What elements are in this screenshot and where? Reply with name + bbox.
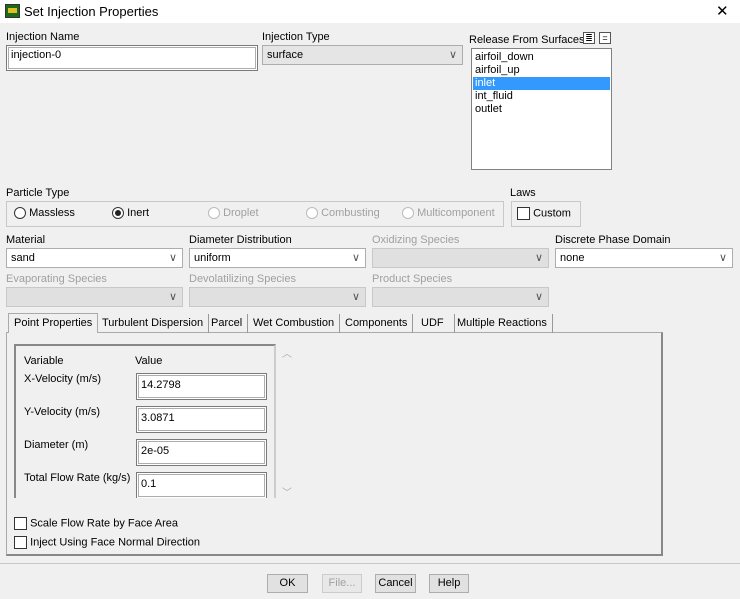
tab-udf[interactable]: UDF: [411, 314, 455, 333]
injection-type-label: Injection Type: [262, 31, 330, 43]
tab-parcel[interactable]: Parcel: [206, 314, 249, 333]
title-bar: Set Injection Properties ✕: [0, 0, 740, 23]
tab-turbulent-dispersion[interactable]: Turbulent Dispersion: [97, 314, 210, 333]
select-all-icon[interactable]: ≣: [583, 32, 595, 44]
material-select[interactable]: sand ∨: [6, 248, 183, 268]
radio-label: Droplet: [223, 207, 259, 219]
total-flow-rate-input[interactable]: 0.1: [136, 472, 267, 498]
product-species-select[interactable]: ∨: [372, 287, 549, 307]
window-title: Set Injection Properties: [24, 4, 159, 19]
laws-label: Laws: [510, 187, 536, 199]
chevron-down-icon: ∨: [718, 252, 727, 264]
release-surfaces-list[interactable]: airfoil_down airfoil_up inlet int_fluid …: [471, 48, 612, 170]
evaporating-species-label: Evaporating Species: [6, 273, 107, 285]
injection-type-select[interactable]: surface ∨: [262, 45, 463, 65]
checkbox-label: Custom: [533, 207, 571, 220]
tab-point-properties[interactable]: Point Properties: [8, 313, 99, 333]
checkbox-label: Inject Using Face Normal Direction: [30, 536, 201, 549]
radio-label: Combusting: [321, 207, 380, 219]
radio-label: Multicomponent: [417, 207, 495, 219]
close-icon[interactable]: ✕: [716, 2, 729, 20]
list-item[interactable]: inlet: [473, 77, 610, 90]
custom-laws-checkbox[interactable]: Custom: [517, 207, 571, 220]
divider: [0, 563, 740, 564]
radio-icon: [402, 207, 414, 220]
chevron-down-icon: ∨: [351, 252, 360, 264]
list-item[interactable]: airfoil_up: [473, 64, 610, 77]
chevron-down-icon: ∨: [534, 291, 543, 303]
checkbox-label: Scale Flow Rate by Face Area: [30, 517, 179, 530]
radio-combusting[interactable]: Combusting: [306, 207, 380, 220]
app-icon: [5, 4, 20, 18]
radio-checked-icon: [112, 207, 124, 220]
chevron-down-icon: ∨: [351, 291, 360, 303]
value-header: Value: [135, 355, 163, 367]
checkbox-icon: [517, 207, 530, 220]
devolatilizing-species-label: Devolatilizing Species: [189, 273, 296, 285]
radio-label: Inert: [127, 207, 150, 219]
chevron-down-icon: ∨: [168, 252, 177, 264]
x-velocity-label: X-Velocity (m/s): [24, 373, 102, 385]
variable-header: Variable: [24, 355, 64, 367]
radio-icon: [306, 207, 318, 220]
discrete-phase-domain-value: none: [560, 252, 585, 264]
diameter-distribution-value: uniform: [194, 252, 231, 264]
discrete-phase-domain-select[interactable]: none ∨: [555, 248, 733, 268]
radio-multicomponent[interactable]: Multicomponent: [402, 207, 495, 220]
particle-type-label: Particle Type: [6, 187, 70, 199]
ok-button[interactable]: OK: [267, 574, 308, 593]
material-label: Material: [6, 234, 46, 246]
scale-flow-rate-checkbox[interactable]: Scale Flow Rate by Face Area: [14, 517, 178, 530]
chevron-down-icon: ∨: [168, 291, 177, 303]
diameter-distribution-label: Diameter Distribution: [189, 234, 292, 246]
chevron-down-icon: ∨: [448, 49, 457, 61]
tab-wet-combustion[interactable]: Wet Combustion: [248, 314, 341, 333]
x-velocity-input[interactable]: 14.2798: [136, 373, 267, 400]
oxidizing-species-label: Oxidizing Species: [372, 234, 460, 246]
radio-icon: [208, 207, 220, 220]
injection-type-value: surface: [267, 49, 304, 61]
oxidizing-species-select[interactable]: ∨: [372, 248, 549, 268]
product-species-label: Product Species: [372, 273, 453, 285]
help-button[interactable]: Help: [429, 574, 469, 593]
chevron-down-icon: ∨: [534, 252, 543, 264]
y-velocity-input[interactable]: 3.0871: [136, 406, 267, 433]
tab-components[interactable]: Components: [340, 314, 414, 333]
cancel-button[interactable]: Cancel: [375, 574, 416, 593]
radio-massless[interactable]: Massless: [14, 207, 75, 220]
diameter-label: Diameter (m): [24, 439, 89, 451]
diameter-distribution-select[interactable]: uniform ∨: [189, 248, 366, 268]
discrete-phase-domain-label: Discrete Phase Domain: [555, 234, 671, 246]
tab-multiple-reactions[interactable]: Multiple Reactions: [452, 314, 553, 333]
release-label: Release From Surfaces: [469, 34, 585, 46]
scroll-up-icon[interactable]: ︿: [282, 345, 292, 360]
checkbox-icon: [14, 517, 27, 530]
list-item[interactable]: airfoil_down: [473, 51, 610, 64]
radio-inert[interactable]: Inert: [112, 207, 150, 220]
radio-icon: [14, 207, 26, 220]
material-value: sand: [11, 252, 35, 264]
devolatilizing-species-select[interactable]: ∨: [189, 287, 366, 307]
point-properties-scroll-area[interactable]: Variable Value X-Velocity (m/s) 14.2798 …: [14, 344, 276, 498]
deselect-all-icon[interactable]: =: [599, 32, 611, 44]
y-velocity-label: Y-Velocity (m/s): [24, 406, 101, 418]
list-item[interactable]: int_fluid: [473, 90, 610, 103]
injection-name-label: Injection Name: [6, 31, 80, 43]
radio-label: Massless: [29, 207, 75, 219]
injection-name-input[interactable]: injection-0: [6, 45, 258, 71]
radio-droplet[interactable]: Droplet: [208, 207, 259, 220]
evaporating-species-select[interactable]: ∨: [6, 287, 183, 307]
list-item[interactable]: outlet: [473, 103, 610, 116]
file-button[interactable]: File...: [322, 574, 362, 593]
inject-face-normal-checkbox[interactable]: Inject Using Face Normal Direction: [14, 536, 200, 549]
total-flow-rate-label: Total Flow Rate (kg/s): [24, 472, 131, 484]
checkbox-icon: [14, 536, 27, 549]
scroll-down-icon[interactable]: ﹀: [282, 484, 292, 499]
diameter-input[interactable]: 2e-05: [136, 439, 267, 466]
